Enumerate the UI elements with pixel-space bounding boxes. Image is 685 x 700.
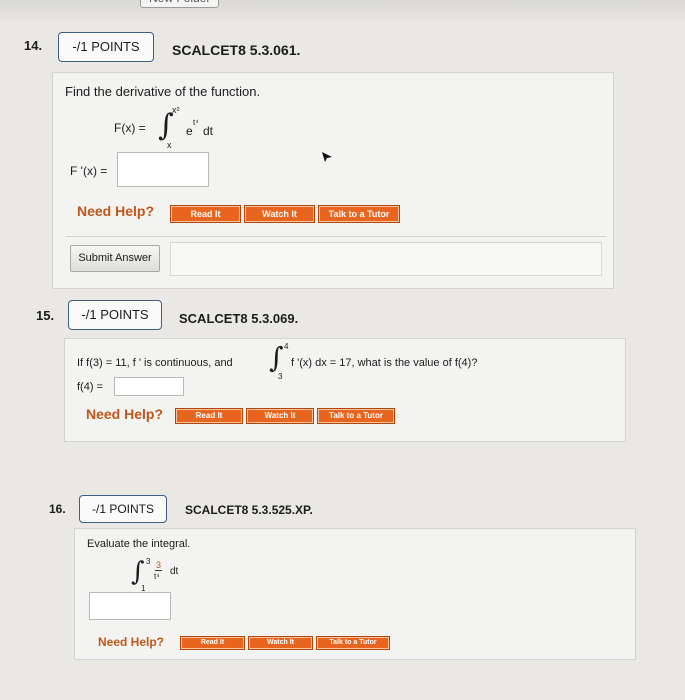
divider-14 [66, 236, 606, 237]
browser-top-strip [0, 0, 685, 22]
fraction-numerator: 3 [155, 560, 163, 571]
upper-limit-14: x² [172, 105, 180, 115]
watch-it-button-15[interactable]: Watch It [246, 408, 314, 424]
new-folder-button[interactable]: New Folder [140, 0, 220, 8]
problem-code-14: SCALCET8 5.3.061. [172, 42, 301, 58]
answer-label-15: f(4) = [77, 381, 103, 393]
problem-code-16: SCALCET8 5.3.525.XP. [185, 503, 313, 517]
answer-input-16[interactable] [89, 592, 171, 620]
submit-answer-button-14[interactable]: Submit Answer [70, 245, 160, 272]
function-lhs: F(x) = [114, 121, 146, 135]
talk-to-tutor-button-16[interactable]: Talk to a Tutor [316, 636, 390, 650]
points-badge-16: -/1 POINTS [79, 495, 167, 523]
watch-it-button-14[interactable]: Watch It [244, 205, 315, 223]
integral-sign-16: ∫ [131, 557, 145, 587]
need-help-label-14: Need Help? [77, 203, 155, 219]
integral-sign-15: ∫ [269, 341, 284, 374]
mouse-cursor-icon [322, 152, 332, 162]
points-badge-14: -/1 POINTS [58, 32, 154, 62]
points-badge-15: -/1 POINTS [68, 300, 162, 330]
answer-input-14[interactable] [117, 152, 209, 187]
question-prompt-16: Evaluate the integral. [87, 538, 191, 550]
watch-it-button-16[interactable]: Watch It [248, 636, 313, 650]
question-number-15: 15. [36, 308, 55, 323]
integrand-base: e [186, 124, 193, 138]
question-number-16: 16. [49, 502, 66, 516]
read-it-button-15[interactable]: Read It [175, 408, 243, 424]
differential-14: dt [203, 124, 214, 138]
answer-label-14: F '(x) = [70, 164, 108, 178]
talk-to-tutor-button-15[interactable]: Talk to a Tutor [317, 408, 395, 424]
submit-area-14 [170, 242, 602, 276]
question-prompt-15-part2: f '(x) dx = 17, what is the value of f(4… [291, 357, 478, 369]
read-it-button-14[interactable]: Read It [170, 205, 241, 223]
upper-limit-16: 3 [146, 557, 151, 566]
question-prompt-14: Find the derivative of the function. [65, 84, 261, 99]
fraction-denominator: t⁴ [154, 572, 160, 581]
differential-16: dt [170, 566, 179, 577]
lower-limit-15: 3 [278, 372, 283, 381]
talk-to-tutor-button-14[interactable]: Talk to a Tutor [318, 205, 400, 223]
upper-limit-15: 4 [284, 342, 289, 351]
need-help-label-15: Need Help? [86, 406, 164, 422]
lower-limit-14: x [167, 140, 172, 150]
integrand-exponent: t⁴ [193, 118, 199, 127]
answer-input-15[interactable] [114, 377, 184, 396]
question-number-14: 14. [24, 38, 43, 53]
read-it-button-16[interactable]: Read It [180, 636, 245, 650]
need-help-label-16: Need Help? [98, 635, 165, 649]
question-prompt-15-part1: If f(3) = 11, f ' is continuous, and [77, 357, 233, 369]
problem-code-15: SCALCET8 5.3.069. [179, 311, 299, 326]
